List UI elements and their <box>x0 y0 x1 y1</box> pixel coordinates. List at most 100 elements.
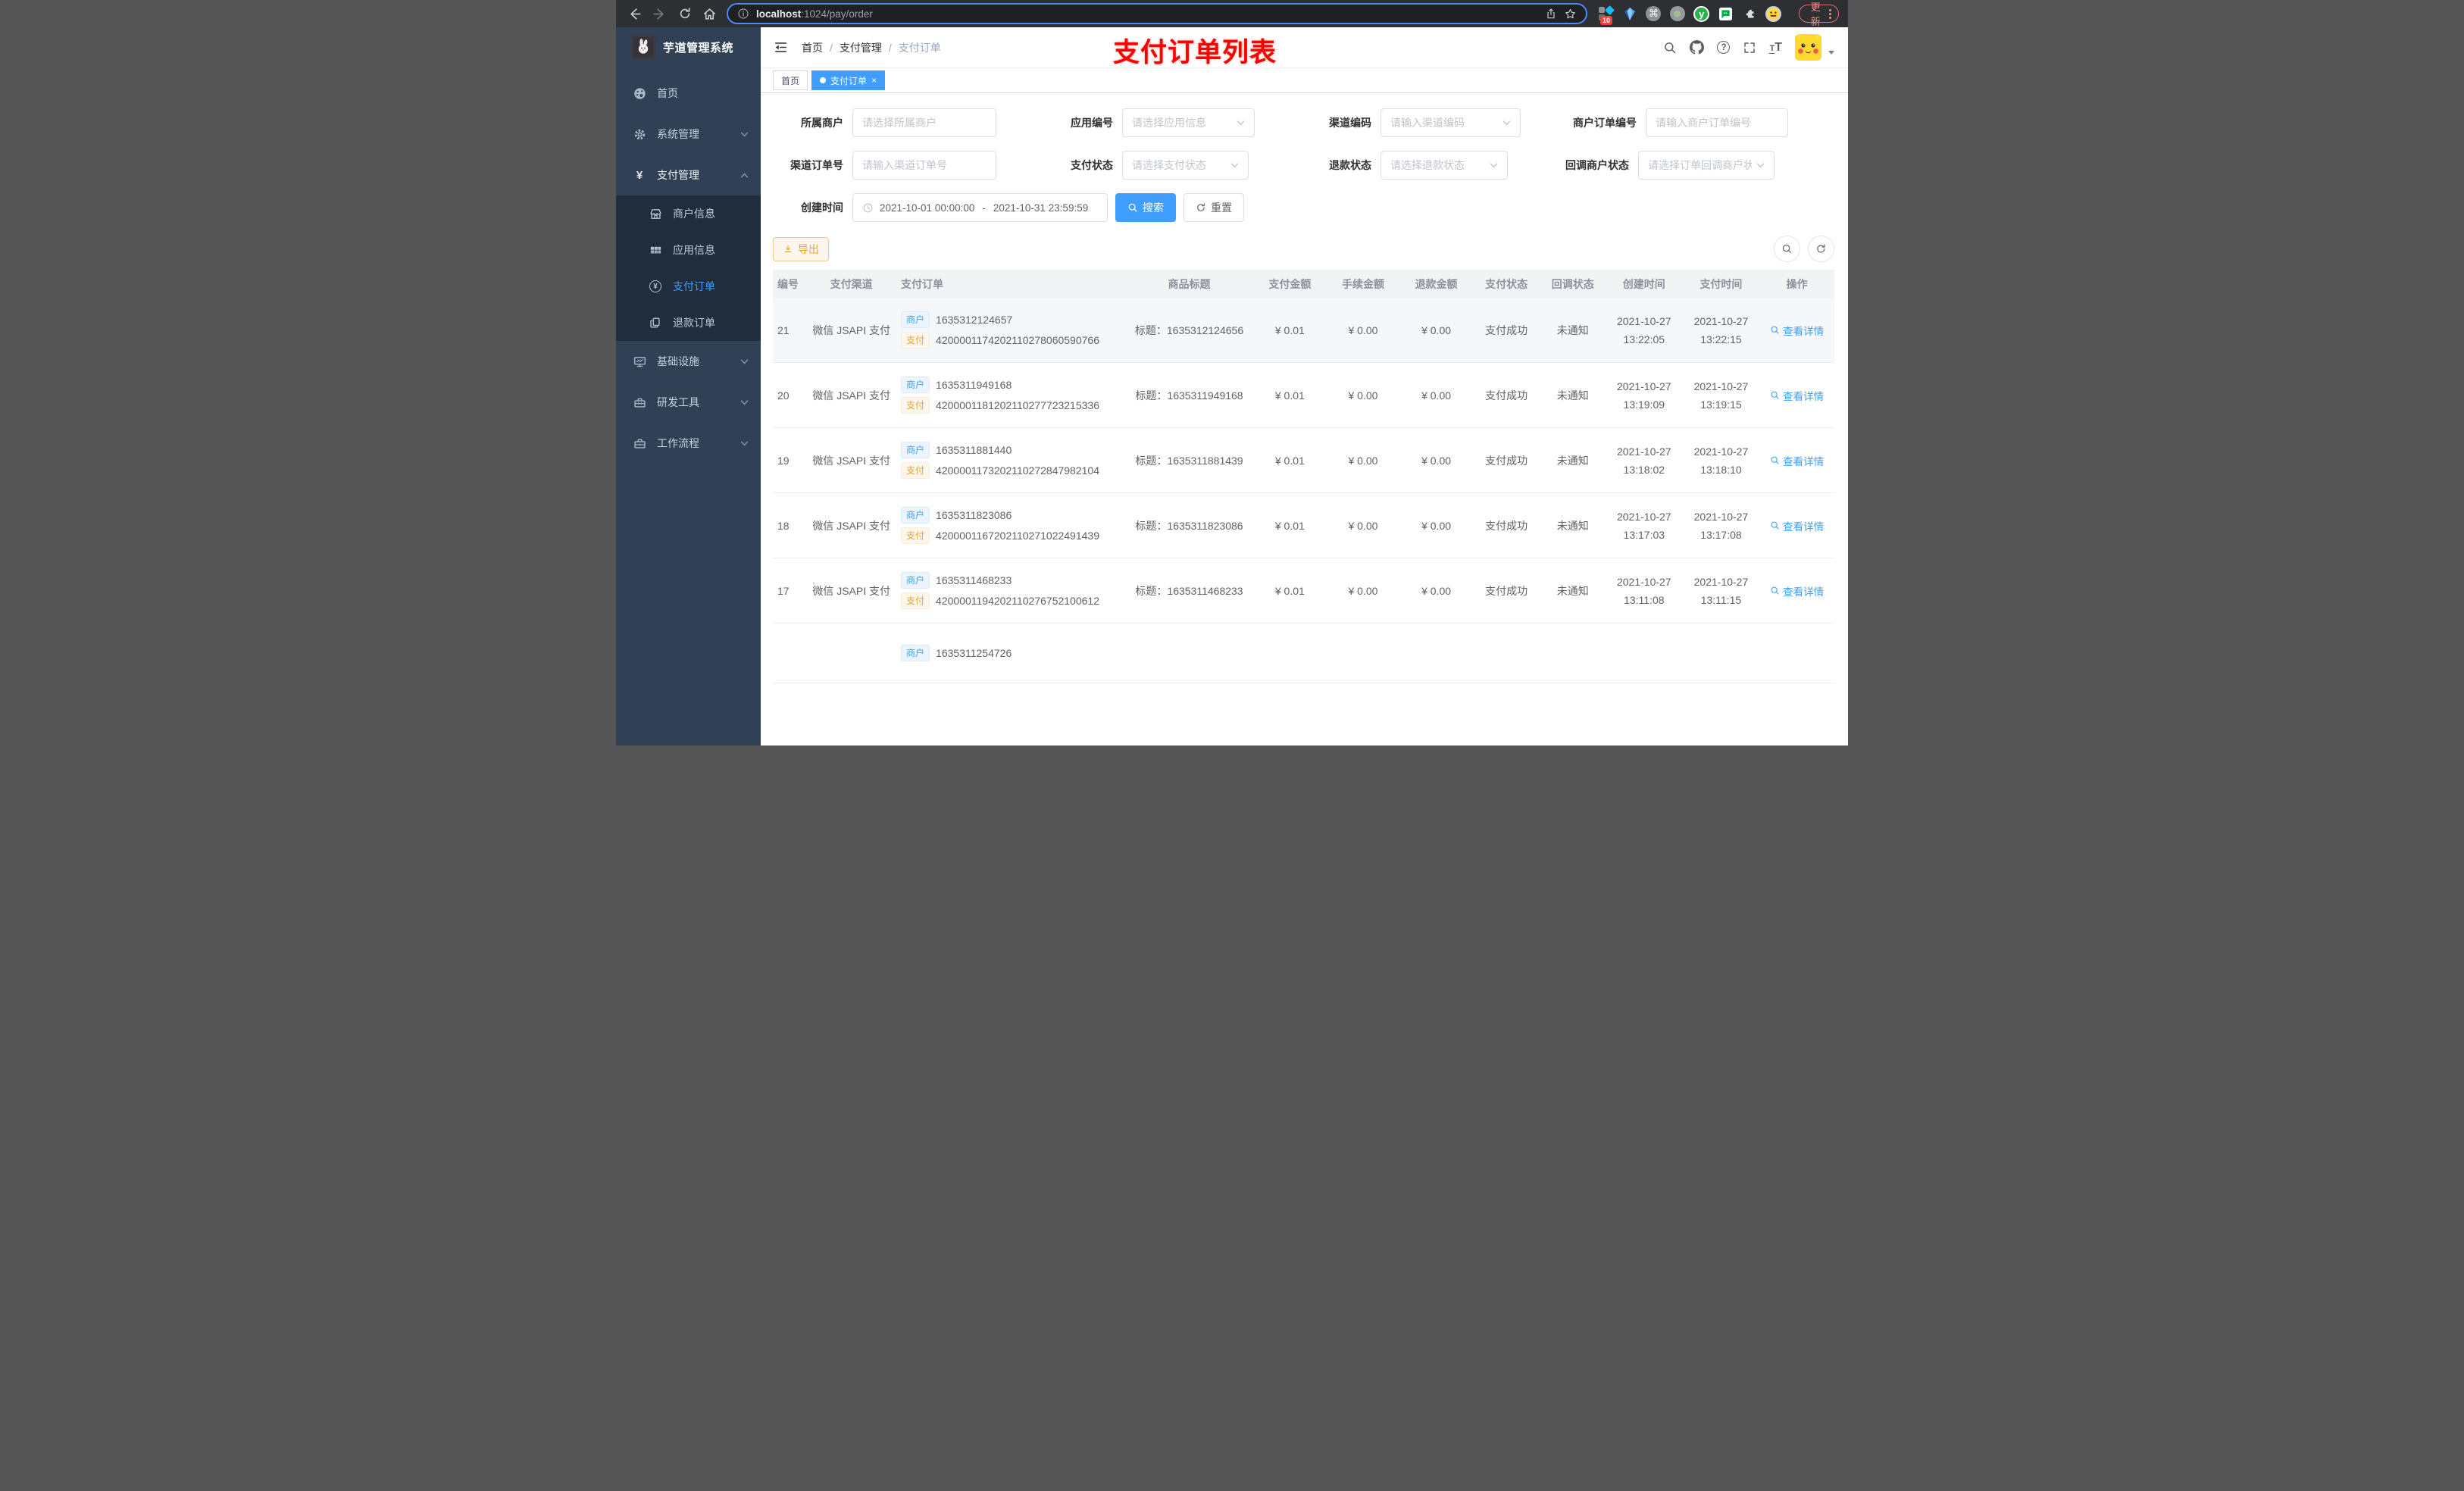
avatar-caret-icon[interactable] <box>1828 51 1834 55</box>
sidebar-item-label: 基础设施 <box>657 355 699 367</box>
extension-yuque-icon[interactable]: y <box>1693 5 1710 22</box>
github-icon[interactable] <box>1690 40 1705 55</box>
merchant-tag: 商户 <box>901 572 930 589</box>
table-header-row: 编号 支付渠道 支付订单 商品标题 支付金额 手续金额 退款金额 支付状态 回调… <box>773 270 1834 298</box>
sidebar-item-label: 工作流程 <box>657 437 699 449</box>
briefcase-icon <box>632 437 647 450</box>
refund-status-select[interactable]: 请选择退款状态 <box>1381 151 1508 180</box>
monitor-icon <box>632 355 647 368</box>
merchant-select[interactable] <box>852 108 996 137</box>
url-bar[interactable]: localhost:1024/pay/order <box>727 3 1587 24</box>
sidebar-item-payment[interactable]: ¥ 支付管理 <box>616 155 761 195</box>
browser-menu-icon <box>1829 8 1832 19</box>
breadcrumb: 首页 / 支付管理 / 支付订单 <box>802 40 941 55</box>
home-icon[interactable] <box>700 4 719 23</box>
font-size-icon[interactable]: TT <box>1769 41 1782 54</box>
reset-button[interactable]: 重置 <box>1184 193 1244 222</box>
site-info-icon[interactable] <box>737 8 749 20</box>
search-icon[interactable] <box>1663 41 1677 55</box>
view-detail-link[interactable]: 查看详情 <box>1770 453 1824 468</box>
sidebar-item-label: 研发工具 <box>657 396 699 408</box>
shop-icon <box>648 208 663 220</box>
page-content: 所属商户 应用编号 请选择应用信息 渠道编码 请输入渠道编码 <box>761 93 1848 746</box>
extension-tabs-icon[interactable]: 10 <box>1598 5 1615 25</box>
help-icon[interactable]: ? <box>1717 41 1731 54</box>
sidebar-item-dev-tools[interactable]: 研发工具 <box>616 382 761 423</box>
view-detail-link[interactable]: 查看详情 <box>1770 583 1824 599</box>
close-icon[interactable]: × <box>871 76 877 85</box>
chevron-down-icon <box>740 358 749 364</box>
merchant-tag: 商户 <box>901 507 930 524</box>
clock-icon <box>862 202 874 214</box>
browser-update-button[interactable]: 更新 <box>1799 2 1840 27</box>
sidebar-item-refund-order[interactable]: 退款订单 <box>616 305 761 341</box>
extension-record-icon[interactable] <box>1669 5 1686 22</box>
sidebar-item-app-info[interactable]: 应用信息 <box>616 232 761 268</box>
sidebar-item-workflow[interactable]: 工作流程 <box>616 423 761 464</box>
filter-label: 支付状态 <box>1071 159 1113 171</box>
view-detail-link[interactable]: 查看详情 <box>1770 323 1824 338</box>
sidebar-item-system[interactable]: 系统管理 <box>616 114 761 155</box>
tab-home[interactable]: 首页 <box>773 70 808 90</box>
pay-tag: 支付 <box>901 462 930 479</box>
payment-submenu: 商户信息 应用信息 ¥ 支付订单 退款订单 <box>616 195 761 341</box>
channel-code-select[interactable]: 请输入渠道编码 <box>1381 108 1521 137</box>
profile-emoji-icon[interactable] <box>1765 5 1782 22</box>
forward-icon[interactable] <box>650 4 669 23</box>
extension-command-icon[interactable]: ⌘ <box>1646 5 1662 22</box>
sidebar-item-home[interactable]: 首页 <box>616 73 761 114</box>
extensions-puzzle-icon[interactable] <box>1742 5 1758 22</box>
sidebar-item-label: 首页 <box>657 87 678 99</box>
extension-balloon-icon[interactable] <box>1622 5 1638 22</box>
tab-pay-order[interactable]: 支付订单 × <box>811 70 886 90</box>
fullscreen-icon[interactable] <box>1743 41 1756 55</box>
refresh-button[interactable] <box>1808 236 1834 262</box>
create-time-range-picker[interactable]: 2021-10-01 00:00:00 - 2021-10-31 23:59:5… <box>852 193 1108 222</box>
show-search-button[interactable] <box>1774 236 1800 262</box>
toolbox-icon <box>632 396 647 409</box>
sidebar: 芋道管理系统 首页 系统管理 ¥ 支付管理 商户信息 应用信息 ¥ 支付订单 退… <box>616 27 761 746</box>
col-title: 商品标题 <box>1124 270 1254 298</box>
pay-order-icon: ¥ <box>648 280 663 292</box>
app-title: 芋道管理系统 <box>663 41 734 55</box>
tabs-bar: 首页 支付订单 × <box>761 68 1848 93</box>
notify-status-select[interactable]: 请选择订单回调商户状态 <box>1638 151 1775 180</box>
back-icon[interactable] <box>625 4 644 23</box>
col-channel: 支付渠道 <box>806 270 897 298</box>
chevron-down-icon <box>1490 163 1498 168</box>
search-button[interactable]: 搜索 <box>1115 193 1176 222</box>
breadcrumb-pay-manage[interactable]: 支付管理 <box>840 40 882 55</box>
col-id: 编号 <box>773 270 807 298</box>
merchant-tag: 商户 <box>901 645 930 661</box>
sidebar-item-label: 商户信息 <box>673 208 715 220</box>
chevron-down-icon <box>1230 163 1239 168</box>
reload-icon[interactable] <box>675 4 694 23</box>
chevron-down-icon <box>1756 163 1765 168</box>
table-row: 21 微信 JSAPI 支付 商户 1635312124657 支付 4200001… <box>773 298 1834 363</box>
breadcrumb-home[interactable]: 首页 <box>802 40 823 55</box>
pay-status-select[interactable]: 请选择支付状态 <box>1122 151 1249 180</box>
sidebar-item-pay-order[interactable]: ¥ 支付订单 <box>616 268 761 305</box>
grid-icon <box>648 244 663 257</box>
screen: localhost:1024/pay/order 10 ⌘ y 更新 芋道管理系… <box>616 0 1848 746</box>
view-detail-link[interactable]: 查看详情 <box>1770 388 1824 403</box>
extension-chat-icon[interactable] <box>1718 5 1734 22</box>
merchant-order-no-input[interactable] <box>1646 108 1788 137</box>
channel-order-no-input[interactable] <box>852 151 996 180</box>
app-select[interactable]: 请选择应用信息 <box>1122 108 1255 137</box>
table-toolbar: 导出 <box>773 236 1834 262</box>
col-order: 支付订单 <box>896 270 1125 298</box>
sidebar-fold-icon[interactable] <box>774 40 788 55</box>
sidebar-item-infrastructure[interactable]: 基础设施 <box>616 341 761 382</box>
browser-chrome: localhost:1024/pay/order 10 ⌘ y 更新 <box>616 0 1848 27</box>
range-start: 2021-10-01 00:00:00 <box>880 202 975 214</box>
chevron-up-icon <box>740 173 749 178</box>
sidebar-item-merchant-info[interactable]: 商户信息 <box>616 195 761 232</box>
bookmark-star-icon[interactable] <box>1564 8 1577 20</box>
export-button[interactable]: 导出 <box>773 236 829 261</box>
sidebar-item-label: 支付管理 <box>657 169 699 181</box>
view-detail-link[interactable]: 查看详情 <box>1770 518 1824 533</box>
user-avatar[interactable] <box>1795 34 1821 61</box>
col-fee: 手续金额 <box>1326 270 1400 298</box>
share-icon[interactable] <box>1545 8 1557 20</box>
